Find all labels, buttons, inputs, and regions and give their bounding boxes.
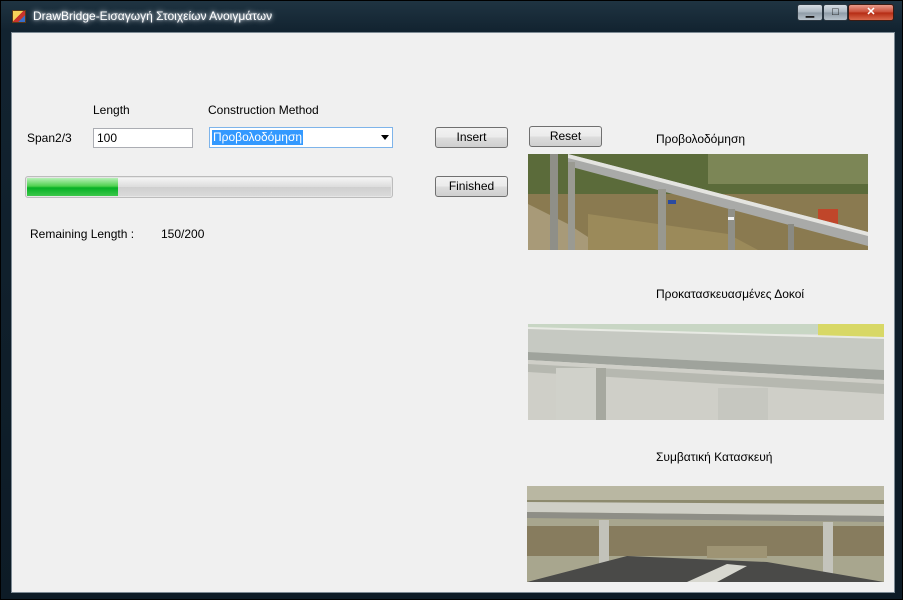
remaining-length-value: 150/200 bbox=[161, 227, 205, 241]
progress-fill bbox=[27, 178, 118, 196]
form-client-area: Length Construction Method Span2/3 100 Π… bbox=[11, 32, 895, 593]
title-bar[interactable]: DrawBridge-Εισαγωγή Στοιχείων Ανοιγμάτων… bbox=[1, 1, 903, 31]
insert-button[interactable]: Insert bbox=[435, 127, 508, 148]
length-header: Length bbox=[93, 103, 130, 117]
caption-cantilever: Προβολοδόμηση bbox=[656, 132, 746, 146]
maximize-button[interactable]: □ bbox=[823, 4, 848, 21]
remaining-length-label: Remaining Length : bbox=[30, 227, 135, 241]
caption-conventional: Συμβατική Κατασκευή bbox=[656, 450, 773, 464]
remaining-progress-bar bbox=[25, 176, 393, 198]
caption-precast-beams: Προκατασκευασμένες Δοκοί bbox=[656, 287, 805, 301]
precast-beam-bridge-photo bbox=[528, 324, 884, 420]
cantilever-bridge-photo bbox=[528, 154, 868, 250]
construction-method-header: Construction Method bbox=[208, 103, 319, 117]
minimize-button[interactable]: ▁ bbox=[797, 4, 823, 21]
construction-method-selected: Προβολοδόμηση bbox=[210, 129, 305, 146]
span-label: Span2/3 bbox=[27, 131, 72, 145]
close-button[interactable]: ✕ bbox=[848, 4, 894, 21]
length-input[interactable]: 100 bbox=[93, 128, 193, 148]
chevron-down-icon[interactable] bbox=[381, 135, 389, 140]
window-title: DrawBridge-Εισαγωγή Στοιχείων Ανοιγμάτων bbox=[33, 9, 273, 23]
construction-method-select[interactable]: Προβολοδόμηση bbox=[209, 127, 393, 148]
app-window: DrawBridge-Εισαγωγή Στοιχείων Ανοιγμάτων… bbox=[0, 0, 903, 600]
reset-button[interactable]: Reset bbox=[529, 126, 602, 147]
conventional-bridge-photo bbox=[527, 486, 884, 582]
finished-button[interactable]: Finished bbox=[435, 176, 508, 197]
app-icon bbox=[12, 10, 26, 23]
